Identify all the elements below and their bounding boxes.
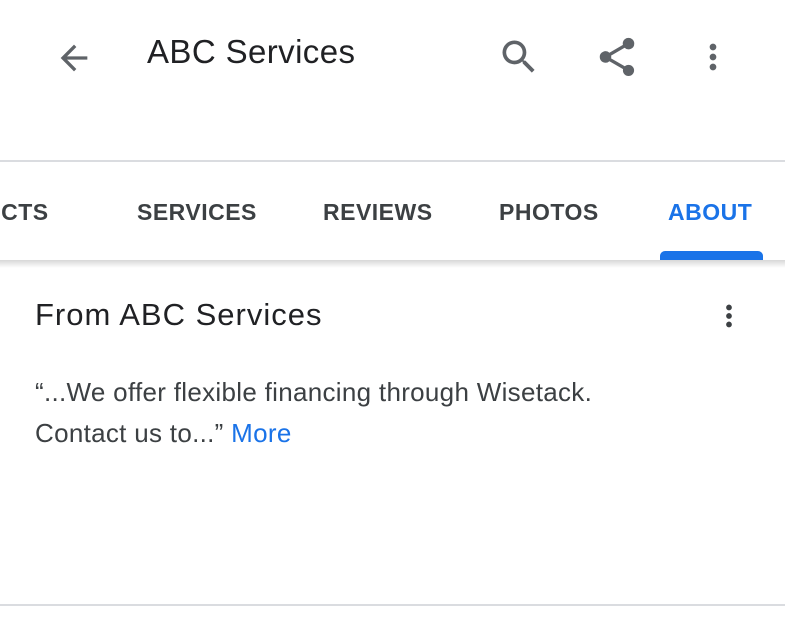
tab-reviews[interactable]: REVIEWS	[323, 198, 433, 226]
tab-photos[interactable]: PHOTOS	[499, 198, 599, 226]
more-options-button[interactable]	[690, 32, 736, 82]
divider	[0, 604, 785, 606]
search-button[interactable]	[494, 32, 544, 82]
share-button[interactable]	[592, 32, 642, 82]
tab-bar: UCTS SERVICES REVIEWS PHOTOS ABOUT	[0, 162, 785, 260]
tab-bar-shadow	[0, 260, 785, 268]
description-line-2: Contact us to...” More	[35, 413, 735, 454]
app-bar: ABC Services	[0, 0, 785, 110]
about-description: “...We offer flexible financing through …	[35, 372, 735, 454]
tab-about[interactable]: ABOUT	[668, 198, 752, 226]
more-vert-icon	[726, 304, 732, 328]
more-link[interactable]: More	[231, 418, 291, 448]
tab-products[interactable]: UCTS	[0, 198, 49, 226]
about-section-title: From ABC Services	[35, 297, 323, 332]
share-icon	[599, 37, 635, 77]
tab-selected-indicator	[660, 251, 763, 260]
arrow-back-icon	[60, 44, 88, 72]
app-title: ABC Services	[147, 33, 356, 70]
description-line-1: “...We offer flexible financing through …	[35, 377, 593, 407]
description-line-2-text: Contact us to...”	[35, 418, 232, 448]
search-icon	[502, 40, 535, 73]
more-vert-icon	[709, 43, 717, 71]
about-more-options-button[interactable]	[712, 292, 746, 340]
tab-services[interactable]: SERVICES	[137, 198, 257, 226]
back-button[interactable]	[50, 34, 98, 82]
page: ABC Services UCTS SERVICES REVIEWS PHOTO…	[0, 0, 785, 643]
